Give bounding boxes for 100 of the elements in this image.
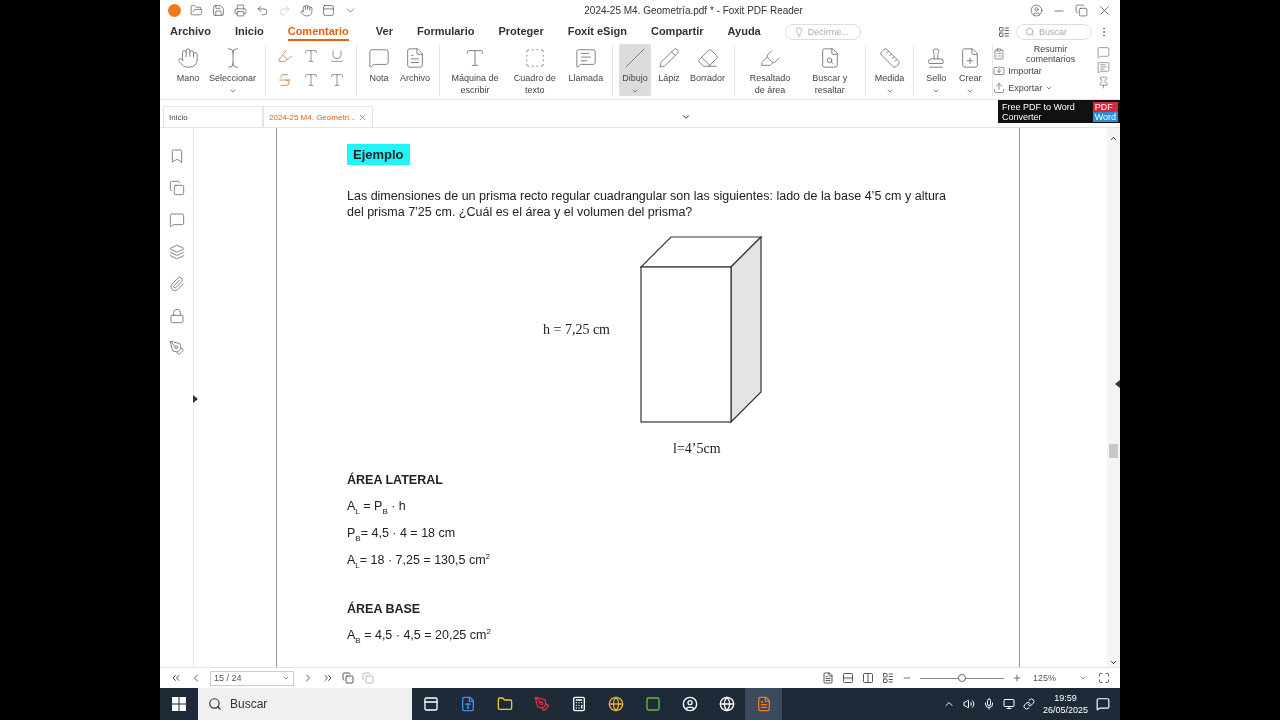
scroll-up-icon[interactable] [1109,134,1118,143]
zoom-field[interactable]: 125% [1030,670,1090,686]
menu-tab[interactable]: Ver [375,22,393,41]
layers-icon[interactable] [168,244,185,260]
square-icon [644,696,661,712]
text-icon[interactable] [303,48,320,64]
heading: Ejemplo [347,144,410,165]
strikethrough-icon[interactable] [277,72,294,88]
print-icon[interactable] [234,4,247,17]
document-icon [459,696,476,712]
highlighter-icon[interactable] [277,48,294,64]
menu-tab[interactable]: Inicio [234,22,264,41]
ribbon-button[interactable]: Crear [954,44,987,96]
ribbon-button[interactable]: Llamada [565,44,607,96]
comment-icon[interactable] [168,212,185,228]
undo-icon[interactable] [256,4,269,17]
caret-icon [1079,674,1087,682]
scrollbar[interactable] [1107,128,1120,667]
ribbon-button[interactable]: Lápiz [653,44,686,96]
menu-tab[interactable]: Comentario [287,22,349,41]
ribbon-button[interactable]: Borrador [687,44,729,96]
ribbon-button[interactable]: Máquina de escribir [446,44,504,96]
globe-icon [718,696,735,712]
snapshot-icon[interactable] [322,4,335,17]
search-options-icon[interactable] [998,25,1010,38]
pencil-icon [658,47,681,69]
slider-thumb[interactable] [958,673,966,682]
ribbon-button[interactable]: Dibujo [619,44,652,96]
ribbon-menu-button[interactable]: Exportar [993,80,1093,95]
comment-list-icon[interactable] [1097,61,1110,74]
ribbon-button[interactable]: Medida [871,44,908,96]
replace-text-icon[interactable] [303,72,320,88]
ad-text: Free PDF to Word Converter [1002,101,1076,122]
microphone-icon[interactable] [982,698,995,710]
ribbon-button[interactable]: Archivo [397,44,434,96]
ribbon-button[interactable]: Nota [363,44,396,96]
volume-icon[interactable] [962,698,975,710]
ribbon-button[interactable]: Sello [920,44,953,96]
close-icon[interactable] [1097,3,1112,18]
menu-tab[interactable]: Compartir [650,22,704,41]
ribbon-button[interactable]: Resaltado de área [741,44,799,96]
hand-icon[interactable] [300,4,313,17]
restore-icon[interactable] [1075,4,1088,17]
save-icon[interactable] [212,4,225,17]
open-icon[interactable] [190,4,203,17]
menu-tab[interactable]: Foxit eSign [567,22,627,41]
menu-tab[interactable]: Ayuda [727,22,761,41]
pen-icon [533,696,550,712]
pages-icon[interactable] [168,180,185,196]
continuous-facing-icon[interactable] [882,672,894,684]
line-icon [624,47,647,69]
zoom-in-icon[interactable] [1012,673,1022,683]
facing-icon[interactable] [862,672,874,684]
section-title: ÁREA BASE [347,602,422,616]
insert-text-icon[interactable] [329,72,346,88]
notifications-icon[interactable] [1096,697,1110,711]
pin-icon[interactable] [1097,76,1110,89]
continuous-icon[interactable] [842,672,854,684]
menu-tab[interactable]: Formulario [416,22,475,41]
pen-icon[interactable] [168,340,185,356]
document-tab[interactable]: 2024-25 M4. Geometri... [263,106,373,127]
folder-icon [496,696,513,712]
first-page-icon[interactable] [170,672,182,684]
task-view-icon [422,696,439,712]
ribbon-button[interactable]: Mano [172,44,204,96]
lock-icon[interactable] [168,308,185,324]
close-tab-icon[interactable] [358,112,367,122]
account-icon[interactable] [1030,4,1043,17]
single-page-icon[interactable] [822,672,834,684]
ribbon-menu-button[interactable]: Resumir comentarios [993,46,1093,61]
scroll-thumb[interactable] [1109,444,1118,458]
page-number-field[interactable]: 15 / 24 [210,670,294,686]
ad-banner[interactable]: Free PDF to Word Converter PDF Word [998,100,1120,123]
caret-icon [282,674,290,682]
ruler-icon [878,47,901,69]
clock[interactable]: 19:59 26/05/2025 [1042,692,1088,716]
network-icon[interactable] [1002,698,1015,710]
summary-icon [993,47,1006,60]
underline-icon[interactable] [329,48,346,64]
last-page-icon[interactable] [322,672,334,684]
copy-page-icon[interactable] [342,672,354,684]
scroll-down-icon[interactable] [1109,658,1118,667]
ribbon-menu-button[interactable]: Importar [993,63,1093,78]
taskbar-search-field[interactable]: Buscar [198,688,412,720]
link-icon[interactable] [1022,698,1035,710]
ribbon-button[interactable]: Seleccionar [206,44,260,96]
export-icon [993,81,1006,94]
ad-badge: PDF [1092,101,1118,112]
formula: A$_{L}$ = P$_{B}$ · h [347,499,407,514]
menu-tab[interactable]: Archivo [170,22,211,41]
menu-tab[interactable]: Proteger [498,22,544,41]
ribbon-button[interactable]: Cuadro de texto [505,44,564,96]
eraser-icon [696,47,719,69]
comment-icon[interactable] [1097,46,1110,59]
document-tab[interactable]: Inicio [163,106,263,127]
collapse-arrow-icon[interactable] [1115,380,1120,388]
paperclip-icon[interactable] [168,276,185,292]
fullscreen-icon[interactable] [1098,672,1110,684]
ribbon-button[interactable]: Buscar y resaltar [800,44,859,96]
height-label: h = 7,25 cm [543,322,610,338]
